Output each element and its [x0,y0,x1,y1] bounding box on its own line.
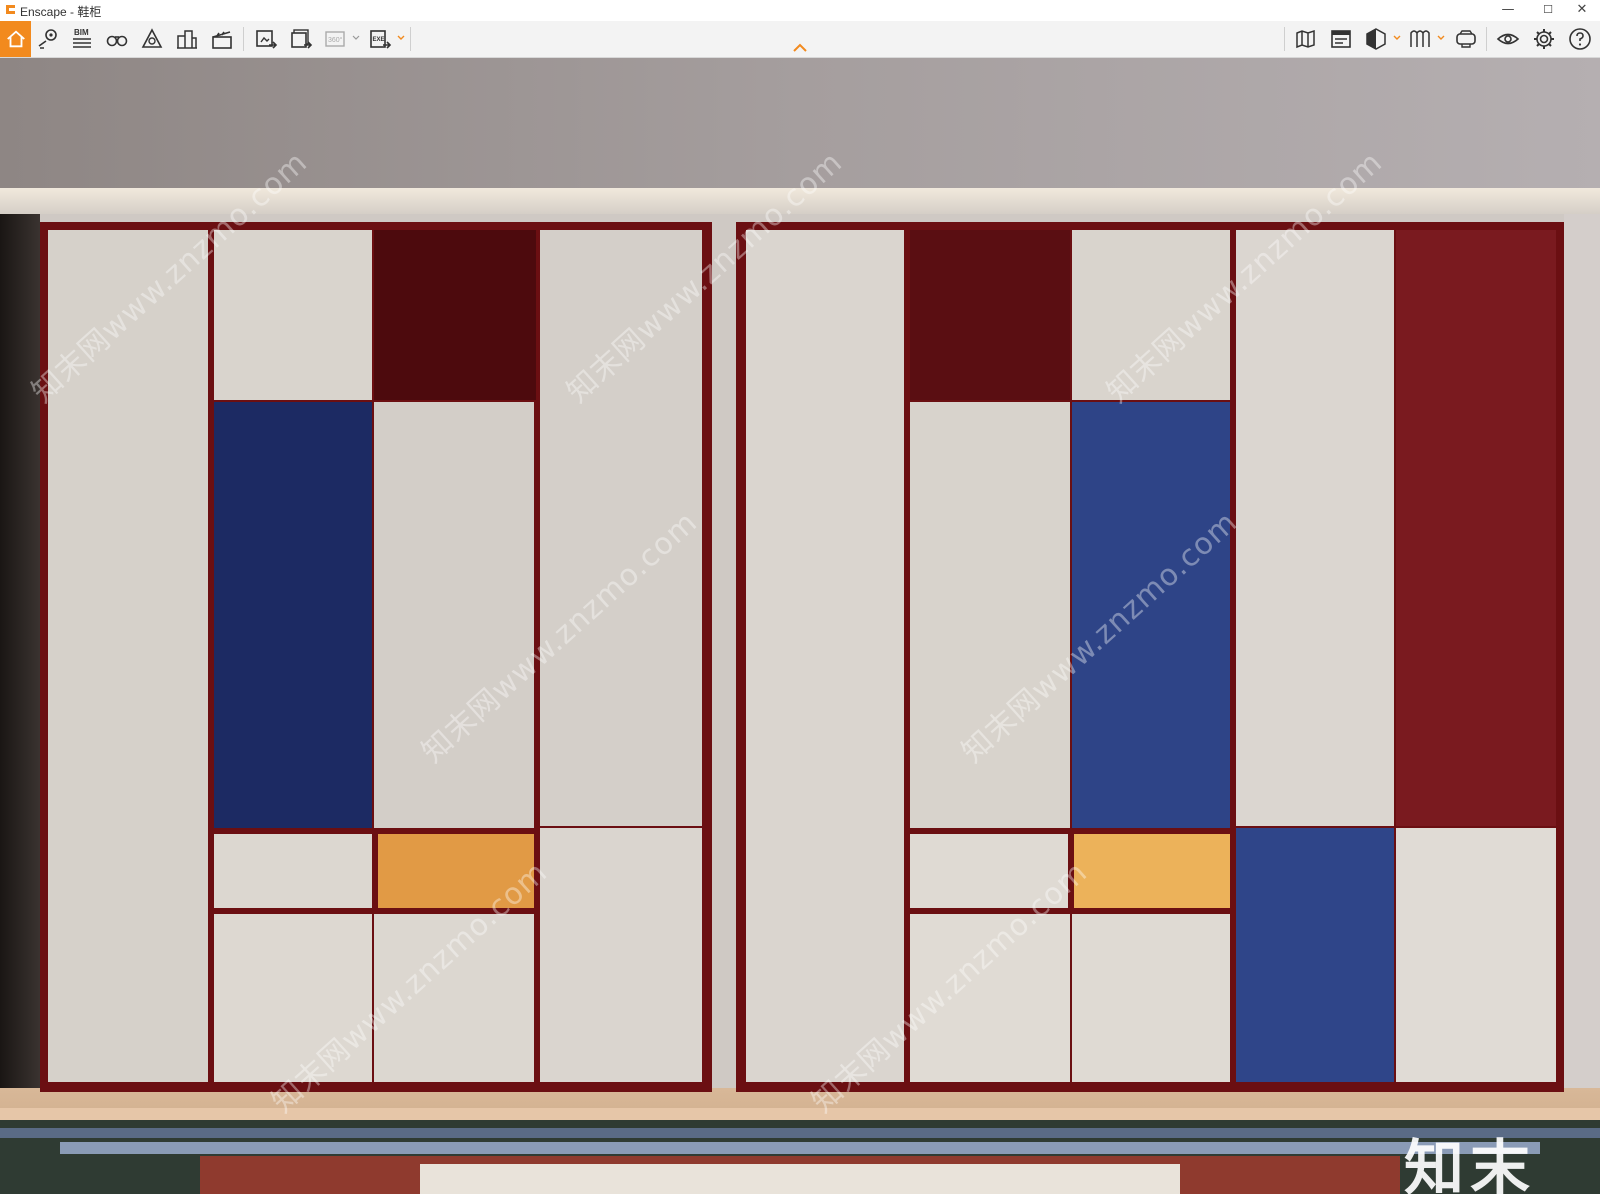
close-button[interactable]: ✕ [1564,0,1600,21]
svg-text:BIM: BIM [74,28,89,37]
settings-gear-icon [1534,29,1554,49]
svg-text:360°: 360° [328,36,343,44]
asset-library-button[interactable] [1406,25,1434,53]
shading-cube-button[interactable] [1362,25,1390,53]
toolbar-separator [1284,27,1285,51]
shading-cube-icon [1366,28,1386,50]
map-button[interactable] [1292,25,1320,53]
vr-headset-button[interactable] [1452,25,1480,53]
batch-render-icon [291,29,313,49]
main-toolbar: BIM 360° EXE [0,21,1600,58]
collapse-toolbar-chevron-up-icon[interactable] [792,43,808,53]
svg-text:EXE: EXE [373,37,385,43]
panorama-360-icon: 360° [325,31,345,47]
toolbar-separator [1486,27,1487,51]
camera-view-button[interactable] [138,25,166,53]
bim-list-icon: BIM [73,28,91,48]
maximize-button[interactable]: ☐ [1528,0,1568,21]
home-button[interactable] [0,21,31,57]
shading-dropdown-chevron-icon[interactable] [1393,34,1401,42]
render-export-icon [256,30,278,49]
settings-button[interactable] [1530,25,1558,53]
buildings-icon [177,30,197,49]
visibility-button[interactable] [1494,25,1522,53]
toolbar-separator [410,27,411,51]
buildings-button[interactable] [173,25,201,53]
home-icon [6,30,25,48]
clapperboard-icon [212,31,232,49]
window-title: Enscape - 鞋柜 [20,5,102,19]
asset-library-icon [1410,30,1430,47]
binoculars-button[interactable] [103,25,131,53]
vr-headset-icon [1456,30,1476,48]
exe-export-button[interactable]: EXE [366,25,394,53]
panorama-dropdown-chevron-icon[interactable] [352,34,360,42]
cut-section-icon [1331,30,1351,48]
binoculars-icon [106,35,128,47]
clapperboard-button[interactable] [208,25,236,53]
panorama-360-button[interactable]: 360° [322,25,350,53]
help-button[interactable] [1566,25,1594,53]
library-dropdown-chevron-icon[interactable] [1437,34,1445,42]
render-export-button[interactable] [252,25,280,53]
cut-section-button[interactable] [1327,25,1355,53]
camera-view-icon [141,28,163,48]
help-icon [1569,28,1591,50]
location-pin-icon [38,29,57,49]
batch-render-button[interactable] [287,25,315,53]
exe-export-icon: EXE [370,30,392,49]
location-pin-button[interactable] [34,25,62,53]
render-viewport[interactable]: 知末网www.znzmo.com 知末网www.znzmo.com 知末网www… [0,58,1600,1194]
visibility-eye-icon [1496,33,1520,45]
minimize-button[interactable]: — [1488,0,1528,21]
title-bar: Enscape - 鞋柜 — ☐ ✕ [0,0,1600,21]
enscape-logo-icon [6,5,15,14]
bim-button[interactable]: BIM [68,25,96,53]
brand-watermark-logo: 知末 [1404,1134,1536,1194]
exe-dropdown-chevron-icon[interactable] [397,34,405,42]
toolbar-separator [243,27,244,51]
map-icon [1296,29,1315,49]
